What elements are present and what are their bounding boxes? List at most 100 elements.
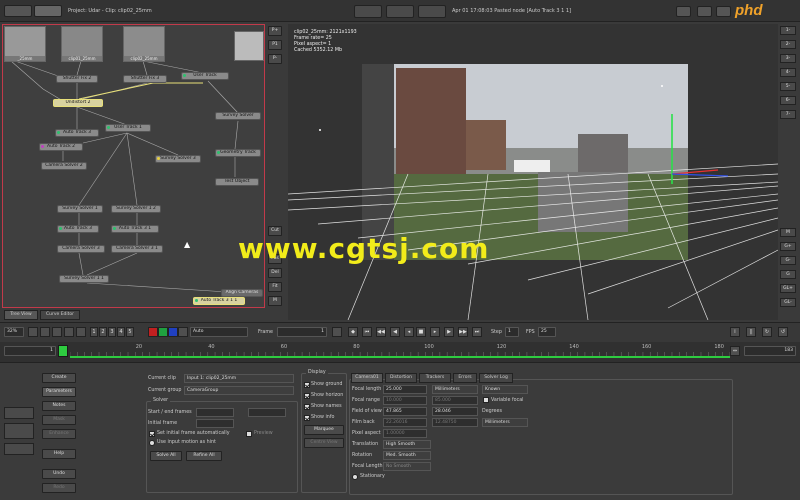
graph-node[interactable]: User Track 1	[105, 124, 151, 132]
graph-node[interactable]: Auto Track 3	[57, 225, 99, 233]
clip-thumbnail[interactable]: clip01_25mm	[61, 26, 103, 62]
graph-node[interactable]: Survey Solver 1 2	[111, 205, 161, 213]
viewer-button-gminus[interactable]: G-	[780, 256, 796, 265]
play-icon[interactable]: ▶	[444, 327, 454, 337]
set-initial-checkbox[interactable]	[149, 431, 155, 437]
film-back-units-select[interactable]: Millimeters	[482, 418, 528, 427]
focal-smooth-select[interactable]: No Smooth	[383, 462, 431, 471]
tab-curve-editor[interactable]: Curve Editor	[40, 310, 80, 320]
snapshot-icon[interactable]	[4, 423, 34, 439]
pip-select[interactable]: Auto	[190, 327, 248, 337]
overlay-icon[interactable]	[52, 327, 62, 337]
viewer-panel[interactable]	[288, 24, 778, 320]
graph-node[interactable]: Geometry Track	[215, 149, 261, 157]
delete-button[interactable]: Del	[268, 268, 282, 278]
viewer-button-glplus[interactable]: GL+	[780, 284, 796, 293]
tab-distortion[interactable]: Distortion	[385, 373, 417, 383]
fit-icon[interactable]	[28, 327, 38, 337]
green-channel-button[interactable]	[158, 327, 168, 337]
timeline-start-input[interactable]: 1	[4, 346, 56, 356]
stationary-radio[interactable]	[352, 474, 358, 480]
frame-input[interactable]: 1	[277, 327, 327, 337]
show-names-checkbox[interactable]	[304, 404, 310, 410]
use-input-radio[interactable]	[149, 440, 155, 446]
enhance-button[interactable]: Enhance	[42, 429, 76, 439]
redo-button[interactable]: Redo	[42, 483, 76, 493]
key-prev-icon[interactable]: ◆	[348, 327, 358, 337]
timeline[interactable]: 1 20 40 60 80 100 120 140 160 180 ⇔ 183	[0, 342, 800, 362]
show-info-checkbox[interactable]	[304, 415, 310, 421]
focal-known-select[interactable]: Known	[482, 385, 528, 394]
translation-smooth-select[interactable]: High Smooth	[383, 440, 431, 449]
next-frame-icon[interactable]: ▸	[430, 327, 440, 337]
mask-button[interactable]: Mask	[42, 415, 76, 425]
pause-icon[interactable]: ||	[746, 327, 756, 337]
clip-thumbnail[interactable]: _25mm	[4, 26, 46, 62]
start-frame-input[interactable]	[196, 408, 234, 417]
focal-units-select[interactable]: Millimeters	[432, 385, 478, 394]
graph-node[interactable]: Shutter Fix 3	[123, 75, 167, 83]
fit-button[interactable]: Fit	[268, 282, 282, 292]
stop-icon[interactable]: ■	[416, 327, 426, 337]
fov-horizontal-input[interactable]: 47.865	[383, 407, 427, 416]
step-forward-icon[interactable]: ▶▶	[458, 327, 468, 337]
jump-end-icon[interactable]: ⏭	[472, 327, 482, 337]
timeline-fit-icon[interactable]: ⇔	[730, 346, 740, 356]
undo-button[interactable]: Undo	[42, 469, 76, 479]
tree-icon[interactable]	[4, 5, 32, 17]
graph-node[interactable]: Camera Solver 3 1	[111, 245, 163, 253]
viewer-button-4[interactable]: 4-	[780, 68, 796, 77]
link-icon[interactable]	[64, 327, 74, 337]
viewer-button-m[interactable]: M	[780, 228, 796, 237]
timeline-end-input[interactable]: 183	[744, 346, 796, 356]
timeline-start-marker[interactable]	[58, 345, 68, 357]
current-group-select[interactable]: CameraGroup	[184, 386, 294, 395]
view-4-button[interactable]: 4	[117, 327, 125, 337]
graph-node[interactable]: Test Object	[215, 178, 259, 186]
jump-start-icon[interactable]: ⏮	[362, 327, 372, 337]
viewer-button-1[interactable]: 1-	[780, 26, 796, 35]
tab-trackers[interactable]: Trackers	[419, 373, 451, 383]
graph-node[interactable]: Survey Solver 3	[155, 155, 201, 163]
help-button[interactable]: Help	[42, 449, 76, 459]
graph-p1-button[interactable]: P1	[268, 40, 282, 50]
timeline-ruler[interactable]: 20 40 60 80 100 120 140 160 180	[70, 342, 730, 360]
tab-solver-log[interactable]: Solver Log	[479, 373, 513, 383]
layout-icon[interactable]	[716, 6, 731, 17]
alpha-channel-button[interactable]	[178, 327, 188, 337]
view-5-button[interactable]: 5	[126, 327, 134, 337]
blue-channel-button[interactable]	[168, 327, 178, 337]
slider-icon[interactable]	[4, 407, 34, 419]
parameters-button[interactable]: Parameters	[42, 387, 76, 397]
graph-node[interactable]: Survey Solver 1 1	[59, 275, 109, 283]
fps-input[interactable]: 25	[538, 327, 556, 337]
refine-all-button[interactable]: Refine All	[186, 451, 222, 461]
rotation-smooth-select[interactable]: Med. Smooth	[383, 451, 431, 460]
graph-remove-button[interactable]: P-	[268, 54, 282, 64]
tab-errors[interactable]: Errors	[453, 373, 477, 383]
viewer-button-gplus[interactable]: G+	[780, 242, 796, 251]
preview-checkbox[interactable]	[246, 431, 252, 437]
window-icon[interactable]	[697, 6, 712, 17]
wire-icon[interactable]	[40, 327, 50, 337]
graph-add-button[interactable]: P+	[268, 26, 282, 36]
viewer-button-6[interactable]: 6-	[780, 96, 796, 105]
camera-icon[interactable]	[354, 5, 382, 18]
redo-icon[interactable]: ↻	[762, 327, 772, 337]
export-icon[interactable]	[418, 5, 446, 18]
viewer-button-g[interactable]: G	[780, 270, 796, 279]
view-2-button[interactable]: 2	[99, 327, 107, 337]
viewer-button-5[interactable]: 5-	[780, 82, 796, 91]
graph-node[interactable]: Survey Solver 1	[57, 205, 103, 213]
node-graph[interactable]: _25mm clip01_25mm clip02_25mm Shutter Fi…	[2, 24, 265, 308]
focal-range-max[interactable]: 85.000	[432, 396, 478, 405]
clip-icon[interactable]	[76, 327, 86, 337]
grid-icon[interactable]	[4, 443, 34, 455]
view-1-button[interactable]: 1	[90, 327, 98, 337]
m-button[interactable]: M	[268, 296, 282, 306]
grid-icon[interactable]	[34, 5, 62, 17]
graph-node[interactable]: Align Cameras	[221, 289, 263, 297]
initial-frame-input[interactable]	[196, 419, 234, 428]
tab-tree-view[interactable]: Tree View	[4, 310, 38, 320]
graph-node[interactable]: Survey Solver	[215, 112, 261, 120]
